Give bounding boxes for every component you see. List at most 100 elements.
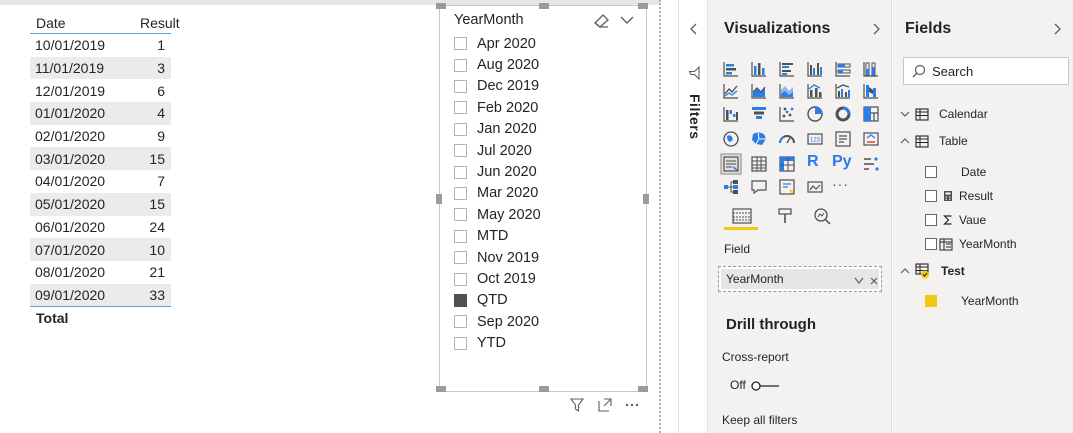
field-well[interactable]: YearMonth	[718, 266, 882, 292]
key-influencers-icon[interactable]	[862, 155, 880, 173]
field-table-test[interactable]: Test	[899, 261, 965, 281]
qa-visual-icon[interactable]	[750, 178, 768, 196]
field-table-table[interactable]: Table	[899, 131, 968, 151]
slicer-item[interactable]: Sep 2020	[454, 311, 539, 332]
filter-icon[interactable]	[570, 398, 584, 412]
checkbox[interactable]	[454, 315, 467, 329]
checkbox[interactable]	[454, 122, 467, 136]
treemap-icon[interactable]	[862, 105, 880, 123]
resize-handle[interactable]	[436, 386, 446, 392]
scatter-chart-icon[interactable]	[778, 105, 796, 123]
checkbox[interactable]	[454, 186, 467, 200]
chevron-down-icon[interactable]	[853, 276, 865, 286]
fields-tab-icon[interactable]	[732, 207, 752, 225]
funnel-chart-icon[interactable]	[750, 105, 768, 123]
slicer-item[interactable]: Jun 2020	[454, 161, 537, 182]
ribbon-chart-icon[interactable]	[862, 82, 880, 100]
matrix-icon[interactable]	[778, 155, 796, 173]
cross-report-toggle[interactable]	[751, 380, 781, 392]
eraser-icon[interactable]	[592, 11, 612, 29]
stacked-area-chart-icon[interactable]	[778, 82, 796, 100]
checkbox[interactable]	[454, 37, 467, 51]
slicer-item[interactable]: Jan 2020	[454, 119, 537, 140]
multi-row-card-icon[interactable]	[834, 130, 852, 148]
focus-mode-icon[interactable]	[598, 398, 612, 412]
checkbox[interactable]	[454, 144, 467, 158]
checkbox[interactable]	[454, 101, 467, 115]
resize-handle[interactable]	[638, 3, 648, 9]
slicer-icon[interactable]	[720, 153, 742, 175]
chevron-down-icon[interactable]	[618, 11, 636, 29]
stacked-column-chart-icon[interactable]	[750, 60, 768, 78]
clustered-column-chart-icon[interactable]	[806, 60, 824, 78]
field-item-yearmonth[interactable]: YearMonth	[925, 234, 1017, 254]
field-checkbox[interactable]	[925, 166, 937, 178]
map-icon[interactable]	[722, 130, 740, 148]
checkbox[interactable]	[454, 272, 467, 286]
field-pill[interactable]: YearMonth	[721, 269, 879, 289]
resize-handle[interactable]	[643, 194, 649, 204]
checkbox[interactable]	[454, 79, 467, 93]
clustered-bar-chart-icon[interactable]	[778, 60, 796, 78]
slicer-item[interactable]: Apr 2020	[454, 33, 536, 54]
checkbox-checked[interactable]	[454, 293, 467, 307]
more-options-icon[interactable]	[624, 398, 640, 412]
field-checkbox[interactable]	[925, 190, 937, 202]
field-item-test-yearmonth[interactable]: YearMonth	[925, 291, 1019, 311]
yearmonth-slicer[interactable]: YearMonth Apr 2020 Aug 2020 Dec 2019 Feb…	[436, 3, 649, 392]
resize-handle[interactable]	[539, 3, 549, 9]
format-paint-roller-icon[interactable]	[776, 207, 794, 225]
chevron-up-icon[interactable]	[899, 265, 911, 277]
pie-chart-icon[interactable]	[806, 105, 824, 123]
filters-pane[interactable]: Filters	[678, 0, 708, 433]
resize-handle[interactable]	[638, 386, 648, 392]
resize-handle[interactable]	[539, 386, 549, 392]
resize-handle[interactable]	[436, 3, 446, 9]
stacked-bar-chart-icon[interactable]	[722, 60, 740, 78]
close-icon[interactable]	[869, 276, 879, 286]
100-stacked-column-icon[interactable]	[862, 60, 880, 78]
filters-pane-title[interactable]: Filters	[687, 94, 703, 140]
area-chart-icon[interactable]	[750, 82, 768, 100]
slicer-item[interactable]: YTD	[454, 333, 506, 354]
field-checkbox[interactable]	[925, 214, 937, 226]
chevron-down-icon[interactable]	[899, 108, 911, 120]
100-stacked-bar-icon[interactable]	[834, 60, 852, 78]
line-and-clustered-column-icon[interactable]	[834, 82, 852, 100]
slicer-item[interactable]: Jul 2020	[454, 140, 532, 161]
donut-chart-icon[interactable]	[834, 105, 852, 123]
field-checkbox[interactable]	[925, 238, 937, 250]
line-chart-icon[interactable]	[722, 82, 740, 100]
field-item-vaue[interactable]: Vaue	[925, 210, 986, 230]
checkbox[interactable]	[454, 165, 467, 179]
slicer-item[interactable]: Dec 2019	[454, 76, 539, 97]
column-header-result[interactable]: Result	[140, 15, 180, 31]
chevron-up-icon[interactable]	[899, 135, 911, 147]
slicer-item[interactable]: Mar 2020	[454, 183, 538, 204]
slicer-item[interactable]: May 2020	[454, 204, 541, 225]
slicer-item[interactable]: Aug 2020	[454, 54, 539, 75]
checkbox[interactable]	[454, 229, 467, 243]
paginated-report-icon[interactable]	[806, 178, 824, 196]
field-item-date[interactable]: Date	[925, 162, 986, 182]
resize-handle[interactable]	[436, 194, 442, 204]
search-input[interactable]: Search	[932, 64, 973, 79]
waterfall-chart-icon[interactable]	[722, 105, 740, 123]
gauge-icon[interactable]	[778, 130, 796, 148]
fields-search-box[interactable]: Search	[903, 57, 1069, 85]
kpi-icon[interactable]	[862, 130, 880, 148]
checkbox[interactable]	[454, 336, 467, 350]
more-visuals-icon[interactable]: ···	[832, 176, 849, 192]
slicer-item[interactable]: QTD	[454, 290, 508, 311]
r-script-visual-icon[interactable]: R	[807, 153, 819, 171]
python-visual-icon[interactable]: Py	[832, 153, 852, 171]
field-checkbox-checked[interactable]	[925, 295, 937, 307]
table-icon[interactable]	[750, 155, 768, 173]
line-and-stacked-column-icon[interactable]	[806, 82, 824, 100]
slicer-item[interactable]: MTD	[454, 226, 508, 247]
slicer-item[interactable]: Nov 2019	[454, 247, 539, 268]
checkbox[interactable]	[454, 208, 467, 222]
checkbox[interactable]	[454, 58, 467, 72]
table-visual[interactable]: Date Result 10/01/2019 1 11/01/2019 3 12/0…	[30, 12, 180, 329]
column-header-date[interactable]: Date	[30, 15, 140, 31]
